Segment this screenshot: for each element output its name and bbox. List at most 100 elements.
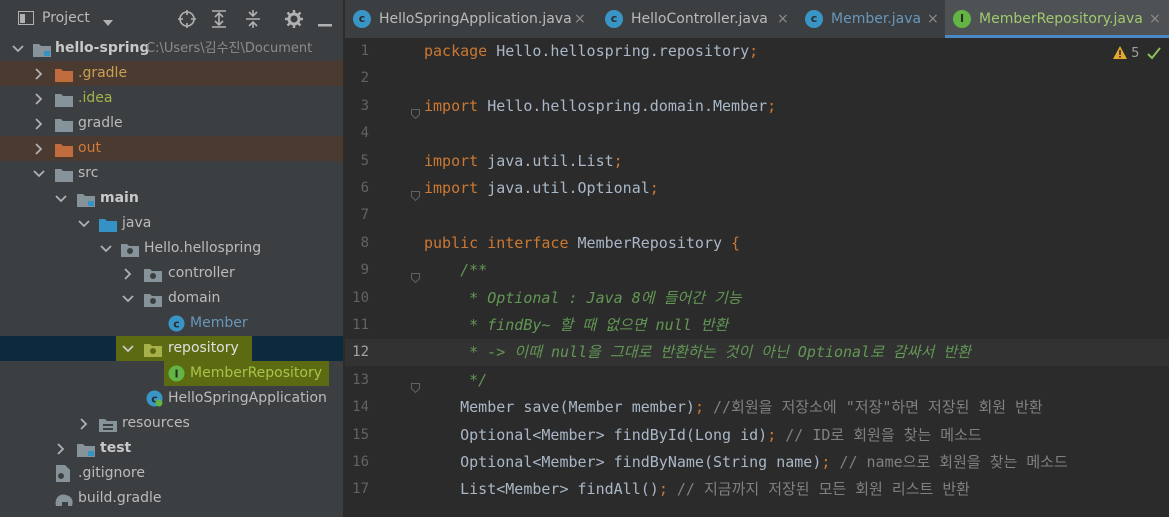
chevron-down-icon[interactable] — [31, 161, 47, 186]
line-number[interactable]: 6 — [345, 175, 369, 202]
line-number[interactable]: 4 — [345, 120, 369, 147]
line-number[interactable]: 9 — [345, 257, 369, 284]
tree-item-gradle-hidden[interactable]: .gradle — [0, 61, 343, 86]
code-line[interactable]: 8 public interface MemberRepository { — [345, 230, 1169, 257]
fold-marker-icon[interactable] — [411, 265, 420, 284]
line-number[interactable]: 14 — [345, 394, 369, 421]
code-text: import Hello.hellospring.domain.Member; — [424, 93, 776, 120]
line-number[interactable]: 8 — [345, 230, 369, 257]
tab-member[interactable]: c Member.java × — [797, 0, 943, 38]
chevron-down-icon[interactable] — [120, 286, 136, 311]
tree-item-label: src — [78, 165, 99, 181]
line-number[interactable]: 7 — [345, 202, 369, 229]
tree-item-build-gradle[interactable]: build.gradle — [0, 486, 343, 511]
code-line[interactable]: 1 package Hello.hellospring.repository; — [345, 38, 1169, 65]
code-line[interactable]: 5 import java.util.List; — [345, 148, 1169, 175]
tree-item-idea[interactable]: .idea — [0, 86, 343, 111]
line-number[interactable]: 10 — [345, 285, 369, 312]
close-icon[interactable]: × — [777, 0, 789, 38]
close-icon[interactable]: × — [927, 0, 939, 38]
tree-item-controller[interactable]: controller — [0, 261, 343, 286]
line-number[interactable]: 3 — [345, 93, 369, 120]
hide-panel-icon[interactable] — [318, 16, 332, 27]
tab-hello-spring-application[interactable]: c HelloSpringApplication.java × — [345, 0, 593, 38]
code-line[interactable]: 2 — [345, 65, 1169, 92]
tree-item-gitignore[interactable]: .gitignore — [0, 461, 343, 486]
tree-item-out[interactable]: out — [0, 136, 343, 161]
tree-root[interactable]: hello-spring C:\Users\김수진\Document — [0, 36, 343, 61]
line-number[interactable]: 13 — [345, 367, 369, 394]
tree-item-test[interactable]: test — [0, 436, 343, 461]
code-token: * Optional : Java 8에 들어간 기능 — [424, 288, 742, 307]
line-number[interactable]: 11 — [345, 312, 369, 339]
code-line[interactable]: 13 */ — [345, 367, 1169, 394]
tree-item-hello-spring-application[interactable]: c HelloSpringApplication — [0, 386, 343, 411]
code-token: import — [424, 151, 479, 170]
chevron-right-icon[interactable] — [31, 86, 47, 111]
code-line[interactable]: 6 import java.util.Optional; — [345, 175, 1169, 202]
chevron-right-icon[interactable] — [31, 136, 47, 161]
tree-item-member[interactable]: c Member — [0, 311, 343, 336]
code-token: * -> 이때 null을 그대로 반환하는 것이 아닌 Optional로 감… — [424, 343, 971, 362]
chevron-right-icon[interactable] — [53, 436, 69, 461]
tree-item-resources[interactable]: resources — [0, 411, 343, 436]
locate-icon[interactable] — [178, 10, 196, 28]
chevron-down-icon[interactable] — [53, 186, 69, 211]
settings-icon[interactable] — [285, 10, 303, 28]
line-number[interactable]: 5 — [345, 148, 369, 175]
tab-label: HelloSpringApplication.java — [379, 11, 572, 27]
code-token: ; — [658, 480, 668, 499]
tab-member-repository[interactable]: I MemberRepository.java × — [945, 0, 1169, 38]
line-number[interactable]: 2 — [345, 65, 369, 92]
chevron-down-icon[interactable] — [76, 211, 92, 236]
code-token: ; — [767, 96, 777, 115]
fold-marker-icon[interactable] — [411, 101, 420, 120]
chevron-right-icon[interactable] — [31, 111, 47, 136]
code-line[interactable]: 15 Optional<Member> findById(Long id); /… — [345, 422, 1169, 449]
line-number[interactable]: 16 — [345, 449, 369, 476]
line-number[interactable]: 17 — [345, 476, 369, 503]
fold-marker-icon[interactable] — [411, 183, 420, 202]
dropdown-arrow-icon[interactable] — [103, 15, 113, 26]
tree-item-repository[interactable]: repository — [0, 336, 343, 361]
line-number[interactable]: 12 — [345, 339, 369, 366]
tree-item-main[interactable]: main — [0, 186, 343, 211]
tab-hello-controller[interactable]: c HelloController.java × — [597, 0, 795, 38]
project-window-icon[interactable] — [18, 11, 34, 25]
close-icon[interactable]: × — [1149, 0, 1161, 38]
tree-item-src[interactable]: src — [0, 161, 343, 186]
collapse-all-icon[interactable] — [245, 10, 261, 28]
close-icon[interactable]: × — [574, 0, 586, 38]
spring-boot-class-icon: c — [353, 10, 371, 28]
tree-item-domain[interactable]: domain — [0, 286, 343, 311]
code-line[interactable]: 7 — [345, 202, 1169, 229]
tree-item-java[interactable]: java — [0, 211, 343, 236]
expand-all-icon[interactable] — [211, 10, 227, 28]
code-editor[interactable]: 5 1 package Hello.hellospring.repository;… — [345, 38, 1169, 517]
line-number[interactable]: 1 — [345, 38, 369, 65]
tree-item-member-repository[interactable]: I MemberRepository — [0, 361, 343, 386]
code-line[interactable]: 14 Member save(Member member); //회원을 저장소… — [345, 394, 1169, 421]
code-line[interactable]: 11 * findBy~ 할 때 없으면 null 반환 — [345, 312, 1169, 339]
chevron-down-icon[interactable] — [98, 236, 114, 261]
chevron-down-icon[interactable] — [120, 336, 136, 361]
fold-marker-icon[interactable] — [411, 375, 420, 394]
chevron-down-icon[interactable] — [10, 36, 26, 61]
tree-item-gradle[interactable]: gradle — [0, 111, 343, 136]
code-line[interactable]: 9 /** — [345, 257, 1169, 284]
code-token: findByName — [613, 453, 704, 471]
code-line[interactable]: 3 import Hello.hellospring.domain.Member; — [345, 93, 1169, 120]
chevron-right-icon[interactable] — [120, 261, 136, 286]
project-title[interactable]: Project — [42, 10, 90, 26]
chevron-right-icon[interactable] — [76, 411, 92, 436]
tree-item-package[interactable]: Hello.hellospring — [0, 236, 343, 261]
code-line[interactable]: 4 — [345, 120, 1169, 147]
chevron-right-icon[interactable] — [31, 61, 47, 86]
code-token: ; — [749, 42, 759, 60]
code-token: //회원을 저장소에 "저장"하면 저장된 회원 반환 — [703, 398, 1043, 417]
line-number[interactable]: 15 — [345, 422, 369, 449]
code-line[interactable]: 10 * Optional : Java 8에 들어간 기능 — [345, 285, 1169, 312]
code-line[interactable]: 16 Optional<Member> findByName(String na… — [345, 449, 1169, 476]
code-line[interactable]: 17 List<Member> findAll(); // 지금까지 저장된 모… — [345, 476, 1169, 503]
code-line[interactable]: 12 * -> 이때 null을 그대로 반환하는 것이 아닌 Optional… — [345, 339, 1169, 367]
